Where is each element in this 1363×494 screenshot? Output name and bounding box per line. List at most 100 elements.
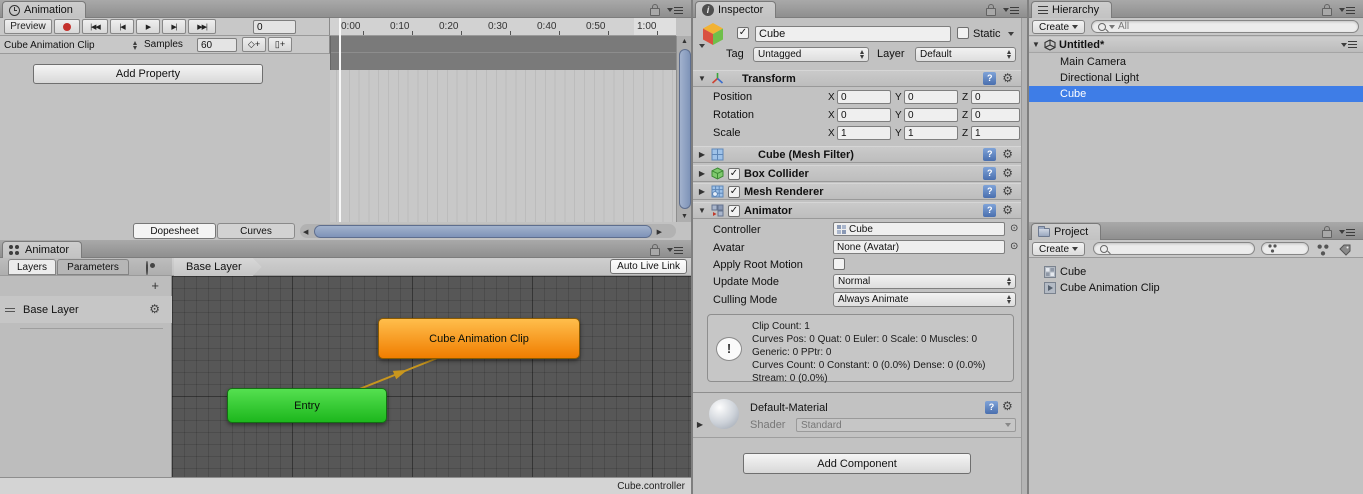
gear-icon[interactable]: ⚙ [1002, 400, 1013, 413]
controller-field[interactable]: Cube [833, 222, 1005, 236]
timeline-ruler[interactable]: 0:00 0:10 0:20 0:30 0:40 0:50 1:00 [330, 18, 676, 36]
help-icon[interactable]: ? [983, 204, 996, 217]
update-mode-dropdown[interactable]: Normal [833, 274, 1016, 289]
timeline-horizontal-scrollbar[interactable]: ◀ ▶ [300, 224, 676, 238]
tab-parameters[interactable]: Parameters [57, 259, 129, 275]
tab-curves[interactable]: Curves [217, 223, 295, 239]
add-layer-button[interactable]: + [151, 278, 159, 293]
current-frame-field[interactable] [253, 20, 296, 34]
pane-menu-icon[interactable] [667, 247, 683, 254]
foldout-icon[interactable]: ▶ [697, 169, 707, 178]
go-to-start-button[interactable]: |◀◀ [82, 19, 108, 34]
scale-y-field[interactable] [904, 126, 958, 140]
create-button[interactable]: Create [1032, 20, 1085, 34]
help-icon[interactable]: ? [985, 401, 998, 414]
gear-icon[interactable]: ⚙ [149, 303, 160, 316]
lock-icon[interactable] [1322, 230, 1332, 238]
state-node-cube-animation-clip[interactable]: Cube Animation Clip [378, 318, 580, 359]
add-keyframe-button[interactable]: ◇+ [242, 37, 266, 52]
static-dropdown-icon[interactable] [1008, 32, 1014, 36]
rotation-z-field[interactable] [971, 108, 1020, 122]
state-node-entry[interactable]: Entry [227, 388, 387, 423]
tab-project[interactable]: Project [1031, 223, 1101, 240]
project-item-cube-animation-clip[interactable]: Cube Animation Clip [1029, 280, 1363, 296]
help-icon[interactable]: ? [983, 72, 996, 85]
foldout-icon[interactable]: ▼ [697, 206, 707, 215]
transform-header[interactable]: ▼ Transform ? ⚙ [693, 70, 1021, 87]
record-button[interactable] [54, 19, 80, 34]
shader-dropdown[interactable]: Standard [796, 418, 1016, 432]
dopesheet-area[interactable] [330, 70, 676, 222]
next-frame-button[interactable]: ▶| [162, 19, 186, 34]
lock-icon[interactable] [650, 8, 660, 16]
horizontal-scroll-thumb[interactable] [314, 225, 652, 238]
pane-menu-icon[interactable] [1339, 229, 1355, 236]
vertical-scroll-thumb[interactable] [679, 49, 691, 209]
gear-icon[interactable]: ⚙ [1002, 148, 1013, 161]
add-event-button[interactable]: ▯+ [268, 37, 292, 52]
gear-icon[interactable]: ⚙ [1002, 167, 1013, 180]
hierarchy-item-directional-light[interactable]: Directional Light [1029, 70, 1363, 86]
hierarchy-search-field[interactable]: All [1091, 20, 1359, 33]
apply-root-motion-checkbox[interactable] [833, 258, 845, 270]
breadcrumb-base-layer[interactable]: Base Layer [174, 258, 262, 276]
position-y-field[interactable] [904, 90, 958, 104]
hierarchy-item-main-camera[interactable]: Main Camera [1029, 54, 1363, 70]
lock-icon[interactable] [986, 8, 996, 16]
scroll-left-icon[interactable]: ◀ [303, 228, 308, 236]
project-search-field[interactable] [1093, 242, 1255, 255]
gear-icon[interactable]: ⚙ [1002, 204, 1013, 217]
hierarchy-item-cube[interactable]: Cube [1029, 86, 1363, 102]
scene-header[interactable]: ▼ Untitled* [1029, 37, 1363, 53]
eye-icon[interactable] [146, 261, 148, 275]
foldout-icon[interactable]: ▼ [697, 74, 707, 83]
animator-graph[interactable]: Cube Animation Clip Entry [172, 276, 691, 477]
rotation-x-field[interactable] [837, 108, 891, 122]
go-to-end-button[interactable]: ▶▶| [188, 19, 216, 34]
play-button[interactable]: ▶ [136, 19, 160, 34]
foldout-icon[interactable]: ▼ [1031, 40, 1041, 49]
previous-frame-button[interactable]: |◀ [110, 19, 134, 34]
foldout-icon[interactable]: ▶ [697, 150, 707, 159]
help-icon[interactable]: ? [983, 167, 996, 180]
drag-handle-icon[interactable] [5, 308, 15, 309]
help-icon[interactable]: ? [983, 185, 996, 198]
project-item-cube-controller[interactable]: Cube [1029, 264, 1363, 280]
samples-field[interactable] [197, 38, 237, 52]
icon-picker-arrow[interactable] [699, 44, 705, 48]
scroll-up-icon[interactable]: ▲ [681, 38, 688, 45]
layer-dropdown[interactable]: Default [915, 47, 1016, 62]
mesh-renderer-header[interactable]: ▶ ✓ Mesh Renderer ? ⚙ [693, 183, 1021, 200]
create-button[interactable]: Create [1032, 242, 1085, 256]
scale-z-field[interactable] [971, 126, 1020, 140]
tab-layers[interactable]: Layers [8, 259, 56, 275]
object-picker-icon[interactable]: ⊙ [1010, 223, 1018, 234]
search-by-type-field[interactable] [1261, 242, 1309, 255]
tag-dropdown[interactable]: Untagged [753, 47, 869, 62]
box-collider-header[interactable]: ▶ ✓ Box Collider ? ⚙ [693, 165, 1021, 182]
avatar-field[interactable]: None (Avatar) [833, 240, 1005, 254]
gameobject-name-field[interactable] [755, 26, 951, 42]
component-checkbox[interactable]: ✓ [728, 205, 740, 217]
inspector-scrollbar[interactable] [1021, 18, 1027, 494]
position-z-field[interactable] [971, 90, 1020, 104]
static-checkbox[interactable] [957, 27, 969, 39]
scroll-down-icon[interactable]: ▼ [681, 213, 688, 220]
position-x-field[interactable] [837, 90, 891, 104]
layer-row-base-layer[interactable]: Base Layer ⚙ [0, 296, 172, 323]
scale-x-field[interactable] [837, 126, 891, 140]
active-checkbox[interactable]: ✓ [737, 27, 749, 39]
foldout-icon[interactable]: ▶ [697, 187, 707, 196]
tab-hierarchy[interactable]: Hierarchy [1031, 1, 1112, 18]
preview-button[interactable]: Preview [4, 19, 52, 34]
lock-icon[interactable] [1322, 8, 1332, 16]
component-checkbox[interactable]: ✓ [728, 168, 740, 180]
help-icon[interactable]: ? [983, 148, 996, 161]
search-filter-dropdown-icon[interactable] [1109, 25, 1115, 29]
transition-arrow[interactable] [172, 276, 691, 477]
lock-icon[interactable] [650, 248, 660, 256]
pane-menu-icon[interactable] [1003, 7, 1019, 14]
search-by-bundle-icon[interactable] [1317, 244, 1329, 256]
tab-animator[interactable]: Animator [2, 241, 82, 258]
pane-menu-icon[interactable] [1339, 7, 1355, 14]
